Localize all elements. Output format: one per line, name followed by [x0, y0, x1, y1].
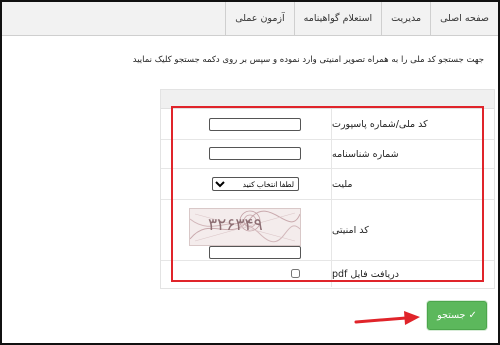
nationality-row: لطفا انتخاب کنید ملیت	[161, 169, 494, 200]
nav-practical-exam[interactable]: آزمون عملی	[225, 2, 293, 35]
national-id-row: کد ملی/شماره پاسپورت	[161, 109, 494, 140]
search-button-label: جستجو	[437, 310, 466, 321]
birth-certificate-input[interactable]	[209, 147, 301, 160]
captcha-input[interactable]	[209, 246, 301, 259]
check-icon: ✓	[468, 310, 477, 321]
search-form: کد ملی/شماره پاسپورت شماره شناسنامه لطفا…	[160, 89, 495, 289]
birth-certificate-row: شماره شناسنامه	[161, 140, 494, 169]
captcha-image: ۳۲۶۳۴۹	[189, 208, 301, 246]
nav-home[interactable]: صفحه اصلی	[430, 2, 498, 35]
nationality-label: ملیت	[331, 169, 494, 199]
national-id-input[interactable]	[209, 118, 301, 131]
instruction-text: جهت جستجو کد ملی را به همراه تصویر امنیت…	[132, 55, 484, 65]
birth-certificate-label: شماره شناسنامه	[331, 140, 494, 168]
captcha-text: ۳۲۶۳۴۹	[208, 215, 263, 235]
nationality-select[interactable]: لطفا انتخاب کنید	[212, 177, 299, 191]
national-id-label: کد ملی/شماره پاسپورت	[331, 109, 494, 139]
pdf-row: دریافت فایل pdf	[161, 261, 494, 287]
main-nav: صفحه اصلی مدیریت استعلام گواهینامه آزمون…	[225, 2, 498, 35]
pdf-label: دریافت فایل pdf	[331, 261, 494, 287]
top-navigation-bar: صفحه اصلی مدیریت استعلام گواهینامه آزمون…	[2, 2, 498, 36]
search-button[interactable]: جستجو ✓	[427, 301, 487, 330]
captcha-row: ۳۲۶۳۴۹ کد امنیتی	[161, 200, 494, 261]
captcha-label: کد امنیتی	[331, 200, 494, 260]
form-header	[161, 90, 494, 109]
page-frame: صفحه اصلی مدیریت استعلام گواهینامه آزمون…	[0, 0, 500, 345]
pdf-checkbox[interactable]	[291, 269, 300, 278]
red-arrow-icon	[354, 311, 420, 325]
nav-management[interactable]: مدیریت	[381, 2, 430, 35]
nav-license-inquiry[interactable]: استعلام گواهینامه	[293, 2, 382, 35]
